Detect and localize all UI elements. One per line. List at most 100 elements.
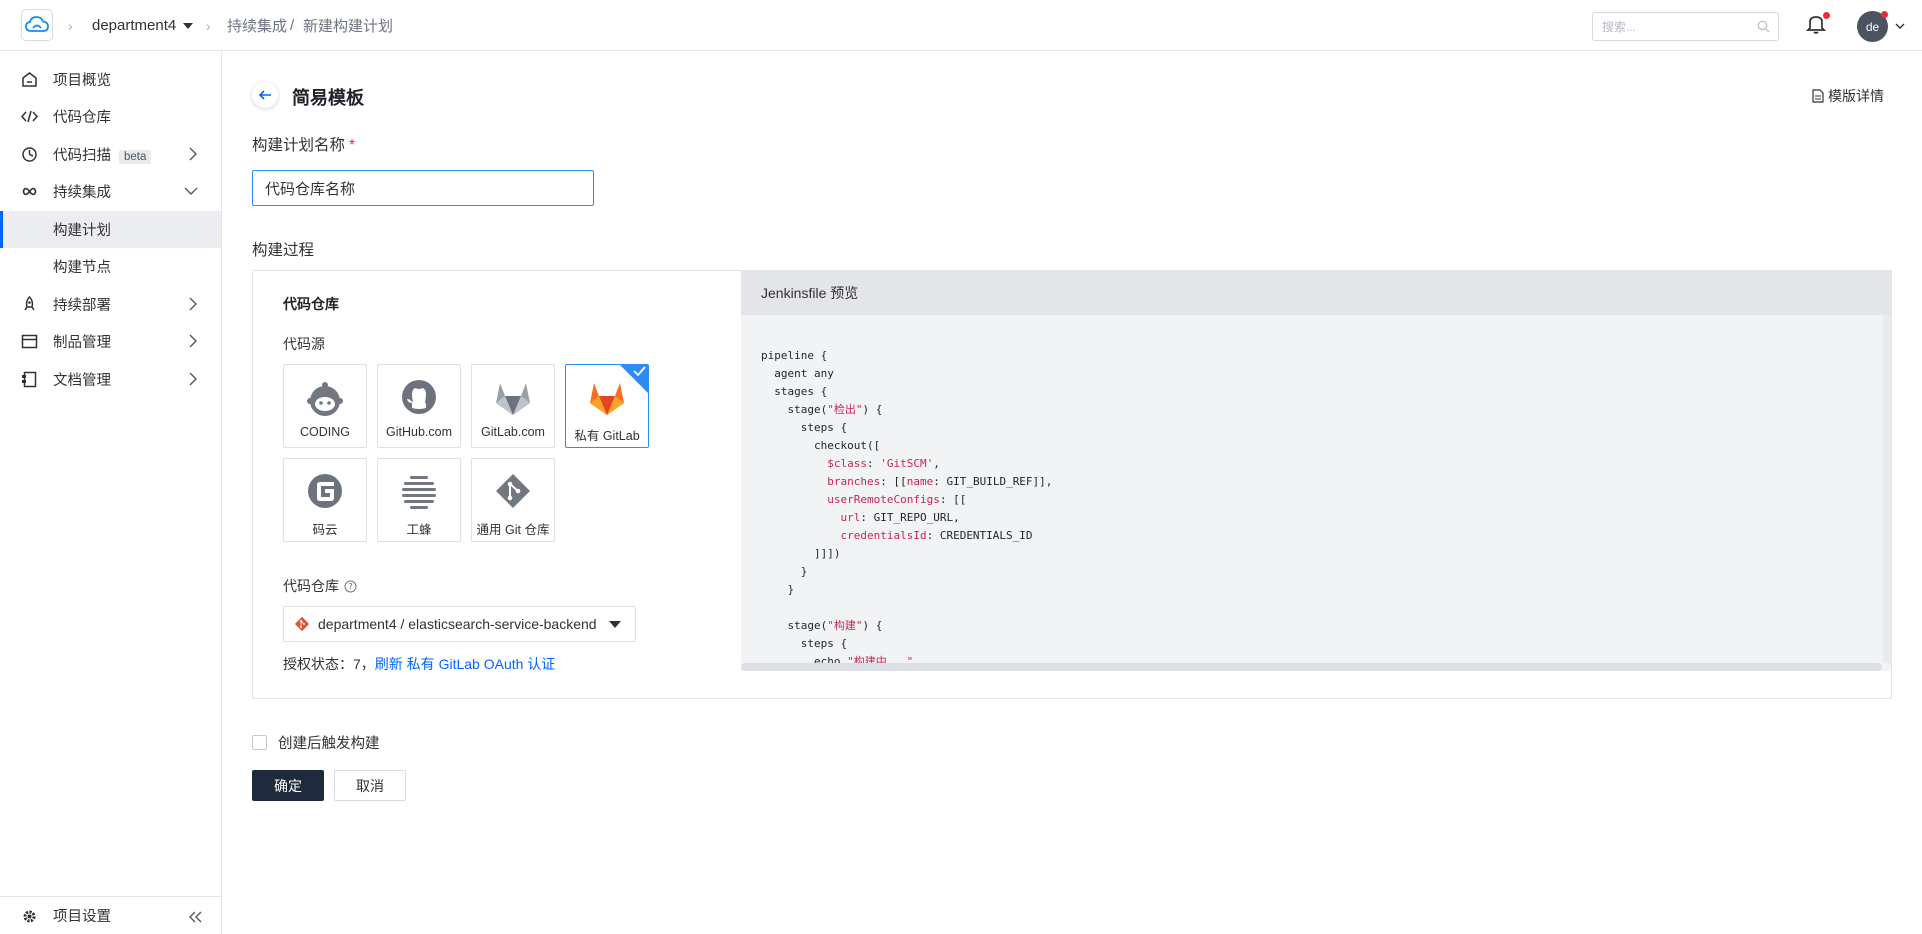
sidebar-item-label: 代码仓库 [53, 110, 111, 126]
arrow-left-icon [258, 90, 271, 100]
sidebar: 项目概览 代码仓库 代码扫描 beta 持续集成 构建计划 构建节点 持续部署 制… [0, 51, 222, 934]
sidebar-item-cd[interactable]: 持续部署 [0, 286, 221, 323]
coding-logo-icon[interactable] [21, 9, 53, 41]
repo-select[interactable]: department4 / elasticsearch-service-back… [283, 606, 636, 642]
sidebar-item-label: 持续集成 [53, 185, 111, 201]
gear-icon [23, 910, 36, 923]
back-button[interactable] [252, 82, 278, 108]
sidebar-item-label: 项目概览 [53, 73, 111, 89]
source-card-private-gitlab[interactable]: 私有 GitLab [565, 364, 649, 448]
code-icon [21, 110, 38, 123]
check-icon [633, 366, 646, 376]
git-icon [472, 471, 554, 515]
refresh-oauth-link[interactable]: 刷新 私有 GitLab OAuth 认证 [375, 656, 556, 672]
search-input[interactable] [1602, 13, 1752, 40]
confirm-button[interactable]: 确定 [252, 770, 324, 801]
trigger-after-create[interactable]: 创建后触发构建 [252, 732, 380, 753]
trigger-checkbox[interactable] [252, 735, 267, 750]
git-repo-icon [294, 616, 310, 632]
jenkinsfile-preview: Jenkinsfile 预览 pipeline { agent any stag… [741, 271, 1891, 671]
plan-name-label-text: 构建计划名称 [252, 137, 346, 154]
source-card-gitlab[interactable]: GitLab.com [471, 364, 555, 448]
build-process-label: 构建过程 [252, 242, 315, 259]
source-card-generic-git[interactable]: 通用 Git 仓库 [471, 458, 555, 542]
caret-down-icon [183, 22, 194, 29]
sidebar-item-artifacts[interactable]: 制品管理 [0, 323, 221, 360]
infinity-icon [22, 187, 37, 196]
sidebar-item-build-nodes[interactable]: 构建节点 [0, 248, 221, 285]
template-detail-link[interactable]: 模版详情 [1812, 86, 1884, 106]
sidebar-item-label: 制品管理 [53, 335, 111, 351]
repo-label-text: 代码仓库 [283, 578, 339, 594]
page-title: 简易模板 [292, 88, 364, 108]
sidebar-item-ci[interactable]: 持续集成 [0, 173, 221, 210]
source-card-coding[interactable]: CODING [283, 364, 367, 448]
home-icon [22, 72, 37, 87]
sidebar-item-scan[interactable]: 代码扫描 beta [0, 136, 221, 173]
gitlab-icon [472, 377, 554, 421]
beta-badge: beta [119, 150, 152, 164]
source-name: 工蜂 [406, 523, 432, 537]
auth-status-text: 授权状态：7， [283, 656, 375, 672]
sidebar-item-label: 构建节点 [53, 260, 111, 276]
source-name: CODING [300, 425, 350, 439]
doc-icon [22, 371, 37, 388]
sidebar-item-overview[interactable]: 项目概览 [0, 61, 221, 98]
chevron-down-icon [184, 187, 198, 195]
sidebar-settings[interactable]: 项目设置 [0, 896, 221, 934]
sidebar-item-label: 代码扫描 [53, 148, 111, 164]
sidebar-item-repos[interactable]: 代码仓库 [0, 98, 221, 135]
source-name: GitLab.com [481, 425, 545, 439]
repo-section-title: 代码仓库 [283, 296, 339, 312]
preview-vertical-scrollbar[interactable] [1883, 315, 1891, 663]
source-card-gongfeng[interactable]: 工蜂 [377, 458, 461, 542]
cancel-button[interactable]: 取消 [334, 770, 406, 801]
source-name: 码云 [312, 523, 338, 537]
collapse-sidebar-icon[interactable] [188, 911, 202, 923]
source-name: 私有 GitLab [574, 429, 640, 443]
source-label: 代码源 [283, 336, 325, 352]
scan-icon [22, 147, 37, 162]
chevron-right-icon [189, 372, 197, 386]
breadcrumb-ci[interactable]: 持续集成 [227, 0, 287, 51]
preview-horizontal-scrollbar[interactable] [741, 663, 1882, 671]
coding-icon [284, 377, 366, 421]
rocket-icon [24, 296, 35, 311]
sidebar-item-build-plan[interactable]: 构建计划 [0, 211, 221, 248]
jenkinsfile-code: pipeline { agent any stages { stage("检出"… [761, 349, 1053, 668]
source-card-github[interactable]: GitHub.com [377, 364, 461, 448]
plan-name-field[interactable] [252, 170, 594, 206]
svg-text:?: ? [348, 582, 353, 592]
avatar-initials: de [1865, 19, 1880, 34]
help-icon[interactable]: ? [344, 580, 357, 593]
chevron-right-icon [189, 147, 197, 161]
chevron-right-icon [189, 334, 197, 348]
breadcrumb-separator: › [206, 17, 211, 34]
trigger-label: 创建后触发构建 [278, 736, 380, 752]
required-mark: * [349, 137, 356, 154]
notification-dot [1823, 12, 1830, 19]
search-box[interactable] [1592, 12, 1779, 41]
plan-name-label: 构建计划名称 * [252, 133, 355, 155]
document-icon [1812, 89, 1824, 103]
plan-name-input[interactable] [265, 171, 585, 205]
chevron-right-icon [189, 297, 197, 311]
gitlab-private-icon [566, 377, 648, 421]
chevron-down-icon[interactable] [1895, 23, 1905, 29]
preview-header: Jenkinsfile 预览 [741, 271, 1891, 315]
github-icon [378, 377, 460, 421]
breadcrumb-separator: › [68, 17, 73, 34]
sidebar-item-docs[interactable]: 文档管理 [0, 361, 221, 398]
sidebar-item-label: 构建计划 [53, 223, 111, 239]
sidebar-item-label: 持续部署 [53, 298, 111, 314]
caret-down-icon [609, 621, 621, 628]
project-switcher[interactable]: department4 [92, 0, 194, 51]
gongfeng-icon [378, 471, 460, 515]
sidebar-item-label: 文档管理 [53, 373, 111, 389]
sidebar-item-label-wrap: 代码扫描 beta [53, 144, 152, 165]
source-card-gitee[interactable]: 码云 [283, 458, 367, 542]
source-name: GitHub.com [386, 425, 452, 439]
repo-select-value: department4 / elasticsearch-service-back… [318, 616, 597, 632]
avatar-dot [1881, 11, 1888, 18]
breadcrumb-slash: / [290, 17, 295, 34]
